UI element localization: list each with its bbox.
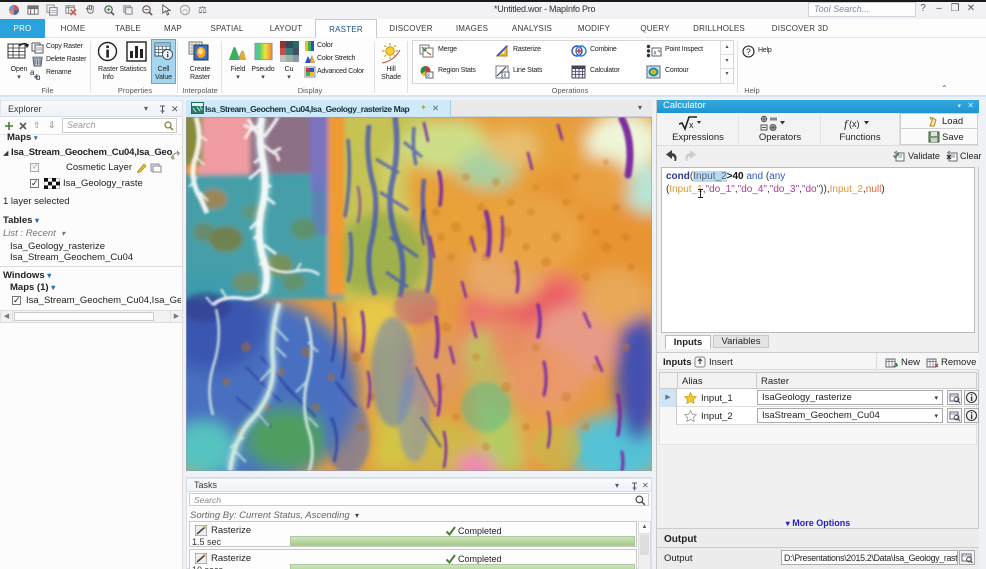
svg-text:(x): (x) <box>849 119 860 129</box>
svg-text:a: a <box>30 68 35 77</box>
svg-text:x: x <box>654 51 657 57</box>
svg-text:x̄: x̄ <box>427 73 430 79</box>
svg-text:?: ? <box>746 47 751 57</box>
svg-text:x: x <box>689 120 694 130</box>
svg-text:x̄: x̄ <box>504 73 507 79</box>
